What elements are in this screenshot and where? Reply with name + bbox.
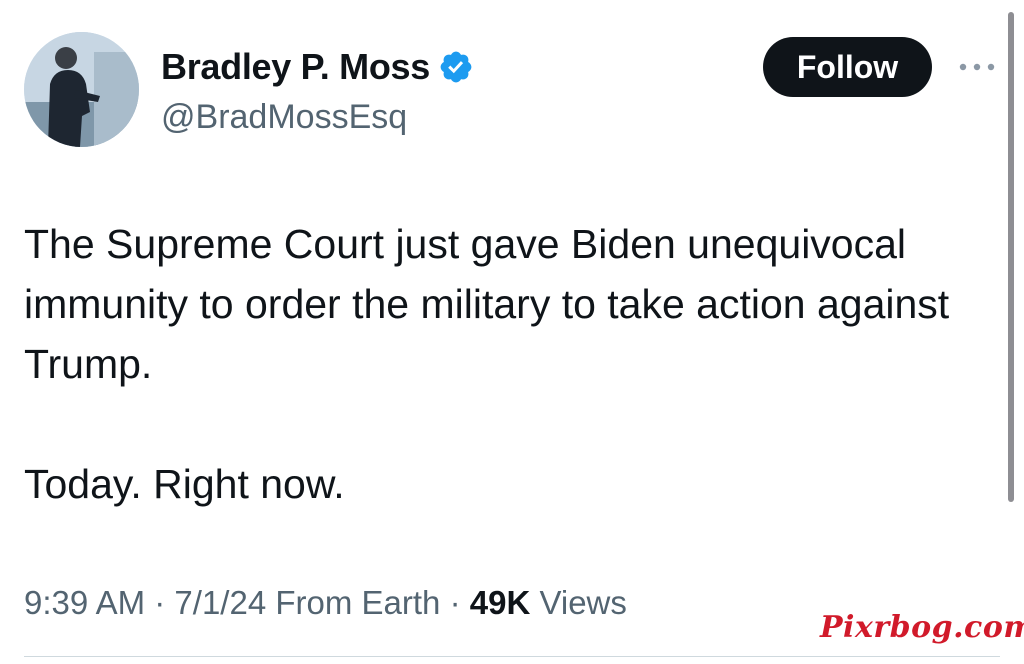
more-horizontal-icon[interactable] [957,60,997,74]
meta-separator: · [154,584,166,621]
watermark: Pixrbog.com [820,610,1024,645]
tweet-paragraph: The Supreme Court just gave Biden unequi… [24,221,950,387]
views-count[interactable]: 49K [470,584,531,621]
verified-badge-icon [438,49,474,85]
tweet-time[interactable]: 9:39 AM [24,584,145,621]
tweet-source: From Earth [275,584,441,621]
divider [24,656,1000,657]
tweet-date[interactable]: 7/1/24 [174,584,266,621]
author-handle[interactable]: @BradMossEsq [161,96,407,138]
author-name-row: Bradley P. Moss [161,44,474,90]
tweet-paragraph: Today. Right now. [24,461,345,507]
tweet-text: The Supreme Court just gave Biden unequi… [24,214,984,514]
author-avatar[interactable] [24,32,139,147]
scrollbar[interactable] [1008,12,1014,502]
meta-separator: · [449,584,461,621]
author-display-name[interactable]: Bradley P. Moss [161,44,430,90]
follow-button[interactable]: Follow [763,37,932,97]
person-avatar-icon [24,32,139,147]
tweet-card: Bradley P. Moss @BradMossEsq Follow The … [0,0,1024,664]
views-label: Views [539,584,627,621]
tweet-meta: 9:39 AM · 7/1/24 From Earth · 49K Views [24,581,627,625]
